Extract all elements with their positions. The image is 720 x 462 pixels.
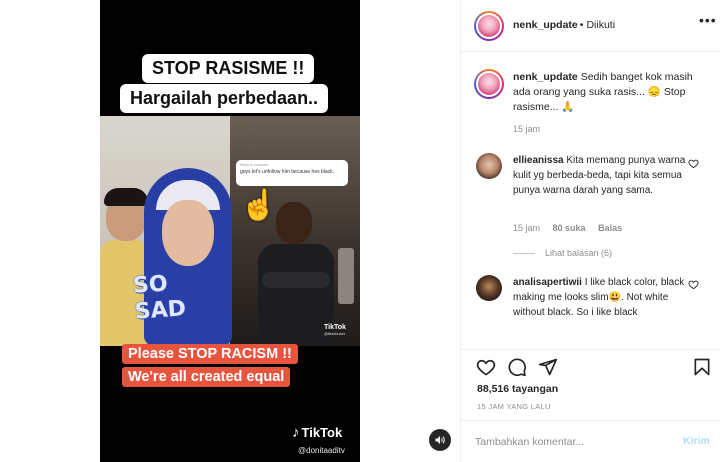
tiktok-watermark: ♪ TikTok bbox=[292, 424, 343, 441]
speaker-icon bbox=[435, 436, 445, 444]
banner-line-1: Please STOP RACISM !! bbox=[122, 344, 298, 364]
woman-face bbox=[162, 200, 214, 266]
replies-divider bbox=[513, 252, 535, 254]
send-comment-button[interactable]: Kirim bbox=[683, 435, 710, 447]
man-figure-hair bbox=[104, 188, 148, 206]
posted-time: 15 JAM YANG LALU bbox=[477, 402, 551, 411]
comment-like-icon[interactable] bbox=[688, 158, 699, 172]
follow-status-button[interactable]: Diikuti bbox=[586, 19, 615, 31]
comment-bubble-icon[interactable] bbox=[506, 356, 528, 378]
like-heart-icon[interactable] bbox=[475, 356, 497, 378]
view-count[interactable]: 88,516 tayangan bbox=[477, 383, 558, 395]
comment-username[interactable]: ellieanissa bbox=[513, 155, 564, 166]
post-caption: nenk_update Sedih banget kok masih ada o… bbox=[513, 70, 713, 115]
comment-username[interactable]: analisapertiwii bbox=[513, 277, 582, 288]
comment-item: analisapertiwii I like black color, blac… bbox=[513, 275, 691, 320]
instagram-post-view: SO SAD Reply to comment guys let's unfol… bbox=[0, 0, 720, 462]
reply-comment-bubble: Reply to comment guys let's unfollow him… bbox=[236, 160, 348, 186]
boy-figure-body bbox=[258, 244, 334, 346]
comment-like-icon[interactable] bbox=[688, 279, 699, 293]
banner-line-2: We're all created equal bbox=[122, 367, 291, 387]
inner-tiktok-watermark: TikTok @tiktokuser bbox=[324, 324, 346, 336]
so-sad-sticker: SO SAD bbox=[132, 271, 187, 325]
boy-figure-arms bbox=[262, 272, 330, 288]
comment-item: ellieanissa Kita memang punya warna kuli… bbox=[513, 153, 691, 198]
caption-username[interactable]: nenk_update bbox=[513, 71, 578, 83]
comment-avatar[interactable] bbox=[476, 275, 502, 301]
comment-avatar[interactable] bbox=[476, 153, 502, 179]
comment-meta: 15 jam 80 suka Balas bbox=[513, 223, 632, 233]
caption-avatar[interactable] bbox=[474, 69, 504, 99]
media-panel: SO SAD Reply to comment guys let's unfol… bbox=[0, 0, 460, 462]
view-replies-label: Lihat balasan (6) bbox=[545, 248, 613, 258]
tiktok-logo-icon: ♪ bbox=[292, 424, 300, 441]
video-player[interactable]: SO SAD Reply to comment guys let's unfol… bbox=[100, 0, 360, 462]
bookmark-icon[interactable] bbox=[691, 356, 713, 378]
tiktok-username: @donitaaditv bbox=[298, 446, 345, 455]
video-title-line-1: STOP RASISME !! bbox=[142, 54, 315, 83]
comment-likes-count[interactable]: 80 suka bbox=[553, 223, 586, 233]
post-actions-bar bbox=[461, 349, 720, 382]
header-separator: • bbox=[579, 19, 584, 31]
post-header: nenk_update • Diikuti ••• bbox=[461, 0, 720, 52]
add-comment-bar: Kirim bbox=[461, 420, 720, 462]
avatar[interactable] bbox=[474, 11, 504, 41]
header-username[interactable]: nenk_update bbox=[513, 19, 578, 31]
add-comment-input[interactable] bbox=[475, 433, 665, 451]
post-side-panel: nenk_update • Diikuti ••• nenk_update Sedi… bbox=[460, 0, 720, 462]
header-username-row: nenk_update • Diikuti bbox=[513, 19, 615, 31]
share-paper-plane-icon[interactable] bbox=[537, 356, 559, 378]
audio-toggle-button[interactable] bbox=[429, 429, 451, 451]
view-replies-button[interactable]: Lihat balasan (6) bbox=[513, 248, 612, 258]
video-title-line-2: Hargailah perbedaan.. bbox=[120, 84, 329, 113]
comments-section: nenk_update Sedih banget kok masih ada o… bbox=[461, 53, 720, 349]
comment-reply-button[interactable]: Balas bbox=[598, 223, 622, 233]
boy-figure-head bbox=[276, 202, 312, 244]
lamp-decoration bbox=[338, 248, 354, 304]
pointing-hand-icon: ☝ bbox=[240, 189, 278, 222]
more-options-icon[interactable]: ••• bbox=[699, 12, 717, 28]
comment-timestamp: 15 jam bbox=[513, 223, 541, 233]
caption-timestamp: 15 jam bbox=[513, 124, 541, 134]
